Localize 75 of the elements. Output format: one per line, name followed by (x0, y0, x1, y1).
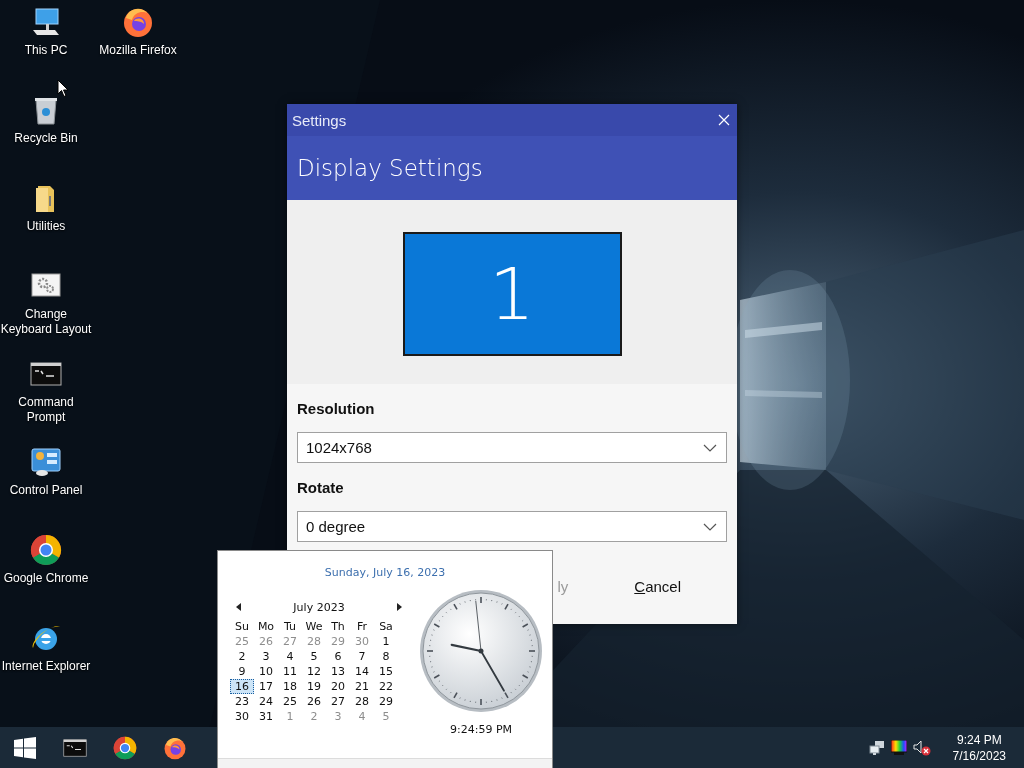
icon-label[interactable]: Command Prompt (18, 395, 74, 425)
dropdown[interactable]: 1024x768 (297, 432, 727, 463)
weekday-label: Tu (283, 619, 297, 634)
icon-label[interactable]: Google Chrome (3, 571, 89, 586)
fox-globe-icon (122, 6, 154, 38)
month-title[interactable]: July 2023 (293, 600, 345, 614)
chrome-icon[interactable] (113, 735, 137, 760)
chevron-icon (703, 522, 717, 531)
calendar-day[interactable]: 1 (374, 634, 398, 649)
next-month-icon[interactable] (397, 603, 402, 611)
weekday-label: Th (330, 619, 346, 634)
field-label: Rotate (297, 479, 345, 498)
monitor-tile[interactable]: 1 (402, 232, 622, 356)
chevron-icon (703, 443, 717, 452)
weekday-label: Fr (355, 619, 369, 634)
icon-label[interactable]: Utilities (26, 219, 66, 234)
clock-time: 9:24:59 PM (450, 723, 512, 736)
calendar-day[interactable]: 26 (302, 694, 326, 709)
calendar-day[interactable]: 9 (230, 664, 254, 679)
start-icon[interactable] (14, 736, 36, 759)
calendar-day[interactable]: 19 (302, 679, 326, 694)
calendar-day[interactable]: 14 (350, 664, 374, 679)
icon-label[interactable]: Mozilla Firefox (99, 43, 177, 58)
date-link[interactable]: Sunday, July 16, 2023 (324, 566, 446, 579)
calendar-day[interactable]: 10 (254, 664, 278, 679)
clock-button[interactable]: 9:24 PM 7/16/2023 (948, 731, 1010, 764)
weekday-label: We (304, 619, 324, 634)
monitor-icon (30, 6, 62, 38)
control-panel-icon (30, 446, 62, 478)
calendar-day[interactable]: 2 (230, 649, 254, 664)
calendar-day[interactable]: 30 (230, 709, 254, 724)
icon-label[interactable]: Recycle Bin (14, 131, 78, 146)
calendar-day[interactable]: 20 (326, 679, 350, 694)
window-title: Settings (292, 111, 347, 129)
calendar-day[interactable]: 5 (302, 649, 326, 664)
calendar-day[interactable]: 18 (278, 679, 302, 694)
dropdown[interactable]: 0 degree (297, 511, 727, 542)
weekday-label: Mo (256, 619, 276, 634)
calendar-day[interactable]: 12 (302, 664, 326, 679)
calendar-day[interactable]: 16 (230, 679, 254, 694)
calendar-day[interactable]: 4 (278, 649, 302, 664)
cursor-icon (57, 79, 69, 98)
calendar-day[interactable]: 13 (326, 664, 350, 679)
icon-label[interactable]: Change Keyboard Layout (0, 307, 92, 337)
calendar-day[interactable]: 29 (374, 694, 398, 709)
weekday-label: Sa (378, 619, 394, 634)
calendar-day[interactable]: 23 (230, 694, 254, 709)
calendar-day[interactable]: 31 (254, 709, 278, 724)
muted-speaker-icon[interactable] (912, 739, 931, 756)
calendar-day[interactable]: 11 (278, 664, 302, 679)
previous-month-icon[interactable] (236, 603, 241, 611)
calendar-day[interactable]: 17 (254, 679, 278, 694)
calendar-day[interactable]: 25 (278, 694, 302, 709)
calendar-day[interactable]: 27 (326, 694, 350, 709)
dialog-heading: Display Settings (297, 155, 483, 181)
calendar-day[interactable]: 8 (374, 649, 398, 664)
calendar-day[interactable]: 6 (326, 649, 350, 664)
weekday-label: Su (234, 619, 250, 634)
field-label: Resolution (297, 400, 376, 419)
calendar-day[interactable]: 15 (374, 664, 398, 679)
close-icon[interactable] (718, 114, 730, 126)
calendar-day[interactable]: 22 (374, 679, 398, 694)
calendar-day[interactable]: 28 (350, 694, 374, 709)
calendar-day[interactable]: 24 (254, 694, 278, 709)
color-display-icon[interactable] (890, 740, 907, 755)
calendar-day[interactable]: 7 (350, 649, 374, 664)
fox-globe-icon[interactable] (163, 735, 187, 760)
icon-label[interactable]: Internet Explorer (1, 659, 91, 674)
icon-label[interactable]: Control Panel (9, 483, 83, 498)
dialog-button[interactable]: Cancel (628, 574, 687, 599)
network-icon[interactable] (868, 740, 885, 755)
calendar-day[interactable]: 21 (350, 679, 374, 694)
chrome-icon (30, 534, 62, 566)
icon-label[interactable]: This PC (24, 43, 68, 58)
calendar-day[interactable]: 3 (254, 649, 278, 664)
